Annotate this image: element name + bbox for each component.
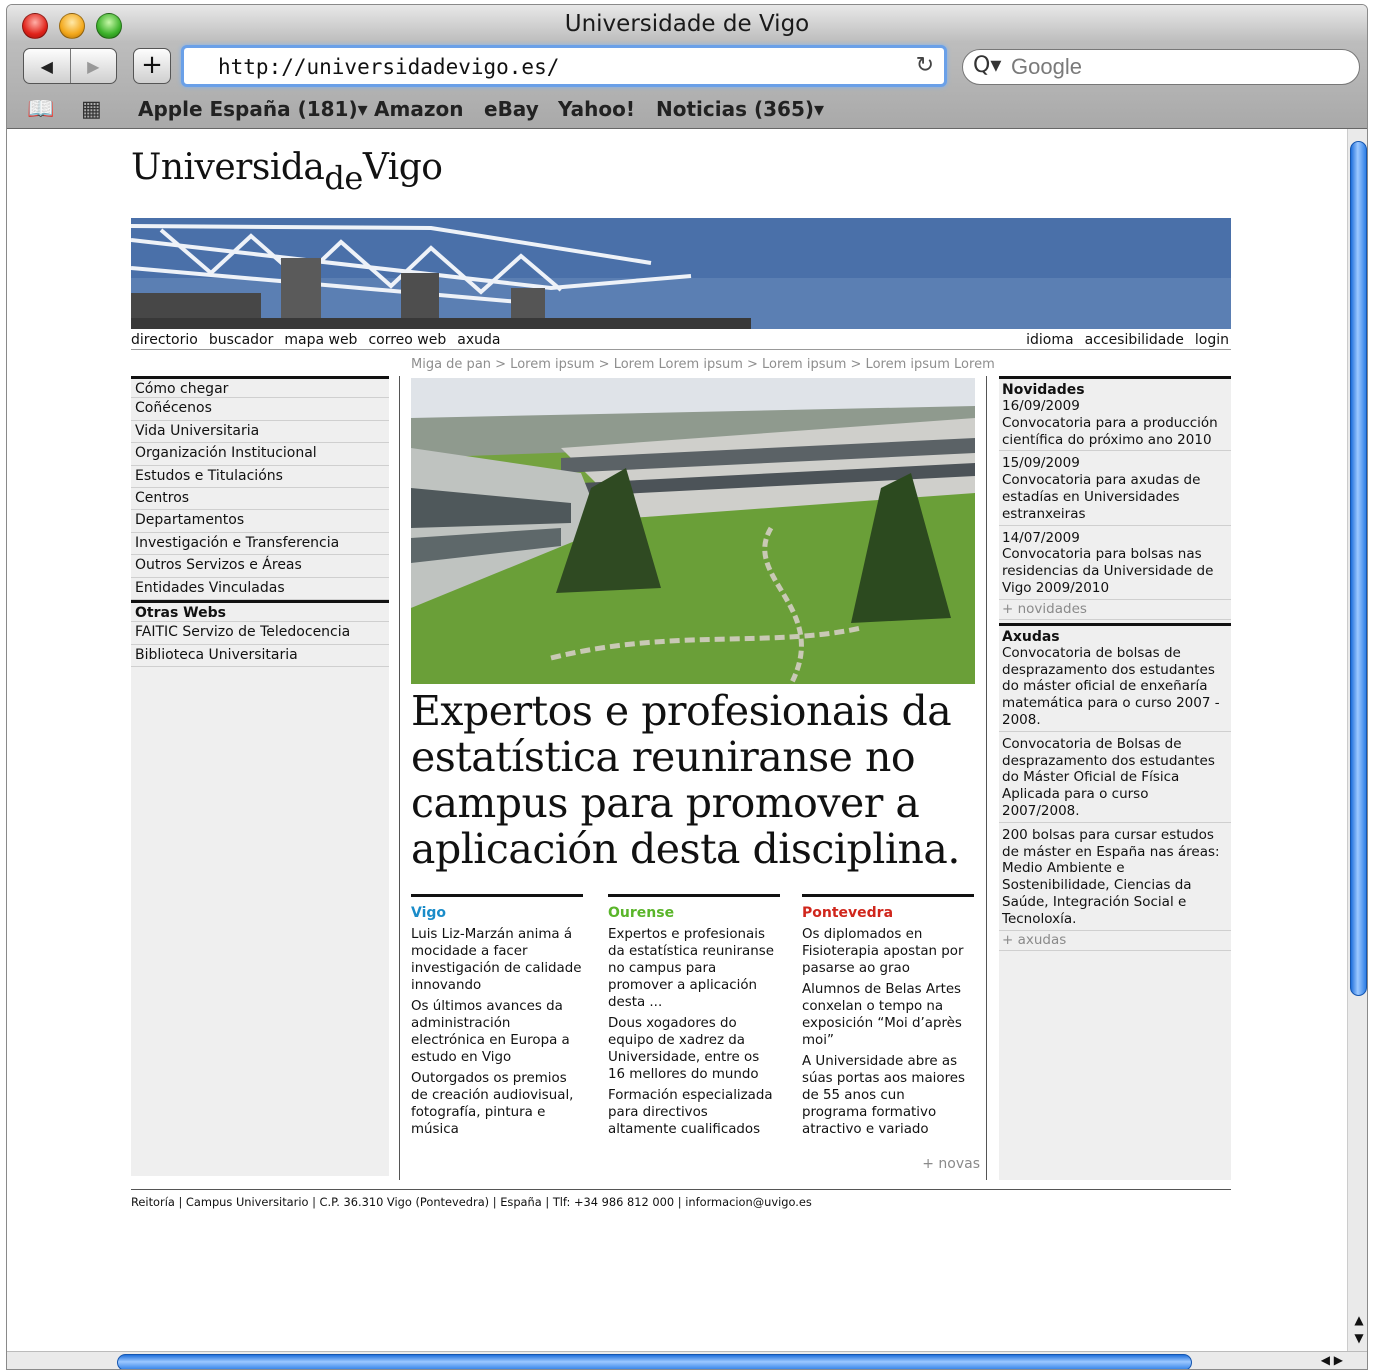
- grid-icon[interactable]: ▦: [81, 97, 102, 122]
- history-buttons: ◀ ▶: [23, 48, 117, 84]
- novidade-date: 14/07/2009: [1002, 529, 1080, 546]
- nav-accesibilidade[interactable]: accesibilidade: [1085, 332, 1184, 348]
- menu-centros[interactable]: Centros: [131, 488, 389, 511]
- bookmark-apple[interactable]: Apple España (181)▾: [138, 97, 368, 121]
- logo-text-de: de: [324, 159, 363, 197]
- main-headline[interactable]: Expertos e profesionais da estatística r…: [411, 688, 976, 872]
- bookmark-amazon[interactable]: Amazon: [374, 97, 463, 121]
- logo-text-end: Vigo: [362, 147, 443, 188]
- campus-photo-illustration: [411, 378, 975, 684]
- menu-investigacion[interactable]: Investigación e Transferencia: [131, 533, 389, 556]
- horizontal-scrollbar[interactable]: ◀ ▶: [7, 1351, 1367, 1369]
- bookmark-noticias[interactable]: Noticias (365)▾: [656, 97, 824, 121]
- menu-conecenos[interactable]: Coñécenos: [131, 398, 389, 421]
- novidade-date: 15/09/2009: [1002, 455, 1080, 472]
- horizontal-scroll-thumb[interactable]: [117, 1354, 1192, 1369]
- axudas-heading: Axudas: [999, 622, 1231, 645]
- address-bar[interactable]: ↻: [181, 45, 947, 87]
- left-menu: Cómo chegar Coñécenos Vida Universitaria…: [131, 376, 389, 1176]
- right-sidebar: Novidades 16/09/2009 Convocatoria para a …: [999, 376, 1231, 1180]
- browser-window: Universidade de Vigo ◀ ▶ + ↻ Q▾ 📖 ▦ Appl…: [6, 4, 1368, 1370]
- search-input[interactable]: [1011, 54, 1341, 80]
- url-input[interactable]: [218, 53, 898, 81]
- news-item[interactable]: Luis Liz-Marzán anima á mocidade a facer…: [411, 926, 583, 994]
- bookmarks-bar: 📖 ▦ Apple España (181)▾ Amazon eBay Yaho…: [7, 93, 1367, 129]
- menu-outros-servizos[interactable]: Outros Servizos e Áreas: [131, 555, 389, 578]
- toolbar: Universidade de Vigo ◀ ▶ + ↻ Q▾ 📖 ▦ Appl…: [7, 5, 1367, 129]
- novidade-date: 16/09/2009: [1002, 398, 1080, 414]
- news-item[interactable]: Dous xogadores do equipo de xadrez da Un…: [608, 1015, 780, 1083]
- back-button[interactable]: ◀: [24, 49, 71, 83]
- menu-entidades-vinculadas[interactable]: Entidades Vinculadas: [131, 578, 389, 600]
- other-webs-heading: Otras Webs: [131, 599, 389, 623]
- main-content: Expertos e profesionais da estatística r…: [399, 376, 987, 1180]
- banner-structure-illustration: [131, 218, 1231, 329]
- more-axudas-link[interactable]: + axudas: [999, 931, 1231, 951]
- menu-vida-universitaria[interactable]: Vida Universitaria: [131, 421, 389, 444]
- news-item[interactable]: Alumnos de Belas Artes conxelan o tempo …: [802, 981, 974, 1049]
- vertical-scroll-thumb[interactable]: [1350, 141, 1367, 996]
- nav-correo-web[interactable]: correo web: [368, 332, 446, 348]
- breadcrumb[interactable]: Miga de pan > Lorem ipsum > Lorem Lorem …: [411, 357, 995, 372]
- university-logo[interactable]: UniversidadeVigo: [131, 147, 443, 197]
- campus-vigo: Vigo Luis Liz-Marzán anima á mocidade a …: [411, 894, 583, 1142]
- campus-ourense-title[interactable]: Ourense: [608, 905, 780, 921]
- bookmark-ebay[interactable]: eBay: [484, 97, 539, 121]
- header-banner-image: [131, 218, 1231, 329]
- nav-buscador[interactable]: buscador: [209, 332, 274, 348]
- nav-mapa-web[interactable]: mapa web: [284, 332, 357, 348]
- campus-pontevedra-title[interactable]: Pontevedra: [802, 905, 974, 921]
- more-novidades-link[interactable]: + novidades: [999, 600, 1231, 620]
- campus-pontevedra: Pontevedra Os diplomados en Fisioterapia…: [802, 894, 974, 1142]
- logo-text-start: Universida: [131, 147, 325, 188]
- book-icon[interactable]: 📖: [27, 97, 54, 122]
- horizontal-scroll-arrows[interactable]: ◀ ▶: [1321, 1353, 1343, 1367]
- reload-icon[interactable]: ↻: [916, 53, 934, 78]
- search-icon[interactable]: Q▾: [973, 53, 1001, 78]
- novidade-item[interactable]: 15/09/2009 Convocatoria para axudas de es…: [999, 451, 1231, 526]
- web-page: UniversidadeVigo directorio buscador map…: [7, 129, 1347, 1351]
- nav-login[interactable]: login: [1195, 332, 1229, 348]
- top-navigation: directorio buscador mapa web correo web axud…: [131, 330, 1231, 350]
- menu-como-chegar[interactable]: Cómo chegar: [131, 376, 389, 399]
- novidade-text[interactable]: Convocatoria para bolsas nas residencias…: [1002, 546, 1227, 596]
- campus-photo[interactable]: [411, 378, 975, 684]
- news-item[interactable]: Os últimos avances da administración ele…: [411, 998, 583, 1066]
- axuda-item[interactable]: Convocatoria de Bolsas de desprazamento …: [999, 732, 1231, 823]
- news-item[interactable]: Os diplomados en Fisioterapia apostan po…: [802, 926, 974, 977]
- vertical-scrollbar[interactable]: ▲ ▼: [1347, 129, 1367, 1351]
- menu-biblioteca[interactable]: Biblioteca Universitaria: [131, 645, 389, 668]
- add-bookmark-button[interactable]: +: [133, 48, 171, 84]
- novidade-item[interactable]: 16/09/2009 Convocatoria para a producción…: [999, 398, 1231, 452]
- campus-vigo-title[interactable]: Vigo: [411, 905, 583, 921]
- page-footer: Reitoría | Campus Universitario | C.P. 3…: [131, 1189, 1231, 1209]
- novidade-item[interactable]: 14/07/2009 Convocatoria para bolsas nas r…: [999, 526, 1231, 600]
- axuda-item[interactable]: Convocatoria de bolsas de desprazamento …: [999, 645, 1231, 732]
- novidade-text[interactable]: Convocatoria para axudas de estadías en …: [1002, 472, 1227, 522]
- campus-ourense: Ourense Expertos e profesionais da estat…: [608, 894, 780, 1142]
- window-title: Universidade de Vigo: [564, 11, 810, 37]
- menu-faitic[interactable]: FAITIC Servizo de Teledocencia: [131, 622, 389, 645]
- vertical-scroll-arrows[interactable]: ▲ ▼: [1348, 1311, 1367, 1347]
- novidades-heading: Novidades: [999, 376, 1231, 398]
- axuda-item[interactable]: 200 bolsas para cursar estudos de máster…: [999, 823, 1231, 931]
- nav-directorio[interactable]: directorio: [131, 332, 198, 348]
- nav-idioma[interactable]: idioma: [1026, 332, 1073, 348]
- more-news-link[interactable]: + novas: [922, 1156, 980, 1172]
- novidade-text[interactable]: Convocatoria para a producción científic…: [1002, 415, 1227, 449]
- news-item[interactable]: Formación especializada para directivos …: [608, 1087, 780, 1138]
- news-item[interactable]: A Universidade abre as súas portas aos m…: [802, 1053, 974, 1138]
- news-item[interactable]: Outorgados os premios de creación audiov…: [411, 1070, 583, 1138]
- nav-axuda[interactable]: axuda: [457, 332, 500, 348]
- menu-organizacion-institucional[interactable]: Organización Institucional: [131, 443, 389, 466]
- news-item[interactable]: Expertos e profesionais da estatística r…: [608, 926, 780, 1011]
- menu-departamentos[interactable]: Departamentos: [131, 510, 389, 533]
- menu-estudos-titulacions[interactable]: Estudos e Titulacións: [131, 466, 389, 488]
- search-field[interactable]: Q▾: [962, 49, 1360, 85]
- bookmark-yahoo[interactable]: Yahoo!: [558, 97, 635, 121]
- forward-button[interactable]: ▶: [71, 49, 117, 83]
